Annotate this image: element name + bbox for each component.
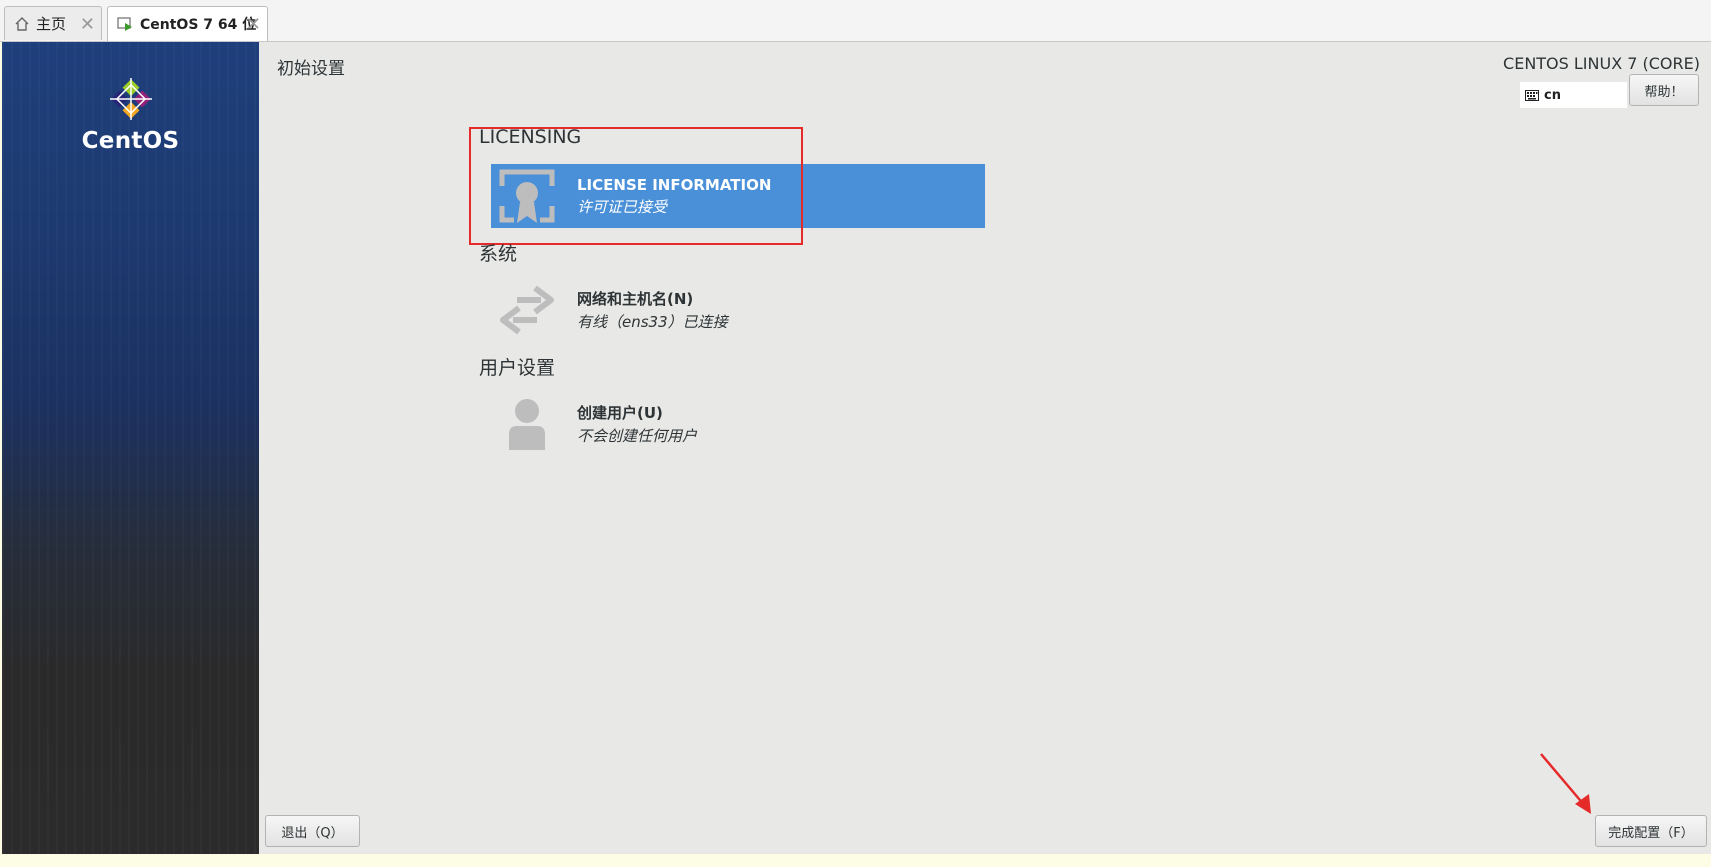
user-icon [491,398,563,450]
sidebar: CentOS [2,42,259,854]
close-icon[interactable]: ✕ [80,14,95,35]
logo-text: CentOS [81,128,180,154]
spoke-title: 创建用户(U) [577,404,663,422]
keyboard-layout-indicator[interactable]: cn [1520,82,1627,108]
tab-vm-label: CentOS 7 64 位 [140,17,257,33]
centos-logo-icon [109,78,152,120]
spoke-title: 网络和主机名(N) [577,290,694,308]
finish-configuration-button[interactable]: 完成配置（F） [1595,815,1707,847]
tab-centos-vm[interactable]: CentOS 7 64 位 ✕ [107,6,268,41]
home-icon [14,16,30,32]
spoke-network-hostname[interactable]: 网络和主机名(N) 有线（ens33）已连接 [491,278,985,342]
section-system-title: 系统 [479,243,518,265]
help-button[interactable]: 帮助！ [1629,74,1699,106]
keyboard-icon [1525,89,1539,101]
vm-icon [117,16,134,32]
network-icon [491,282,563,338]
annotation-arrow-icon [1540,753,1591,814]
keyboard-layout-label: cn [1544,87,1561,103]
quit-button[interactable]: 退出（Q） [265,815,360,847]
centos-logo: CentOS [2,76,259,154]
tab-bar: 主页 ✕ CentOS 7 64 位 ✕ [0,0,1711,42]
tab-home[interactable]: 主页 ✕ [4,6,102,40]
highlight-annotation [469,127,803,245]
close-icon[interactable]: ✕ [246,14,261,35]
spoke-status: 不会创建任何用户 [577,427,698,445]
spoke-create-user[interactable]: 创建用户(U) 不会创建任何用户 [491,392,985,456]
page-title: 初始设置 [277,59,345,79]
product-name: CENTOS LINUX 7 (CORE) [1503,54,1700,73]
main-panel: 初始设置 CENTOS LINUX 7 (CORE) cn 帮助！ LICENS… [259,42,1711,854]
section-user-settings-title: 用户设置 [479,357,556,379]
tab-home-label: 主页 [36,15,67,33]
spoke-status: 有线（ens33）已连接 [577,313,728,331]
